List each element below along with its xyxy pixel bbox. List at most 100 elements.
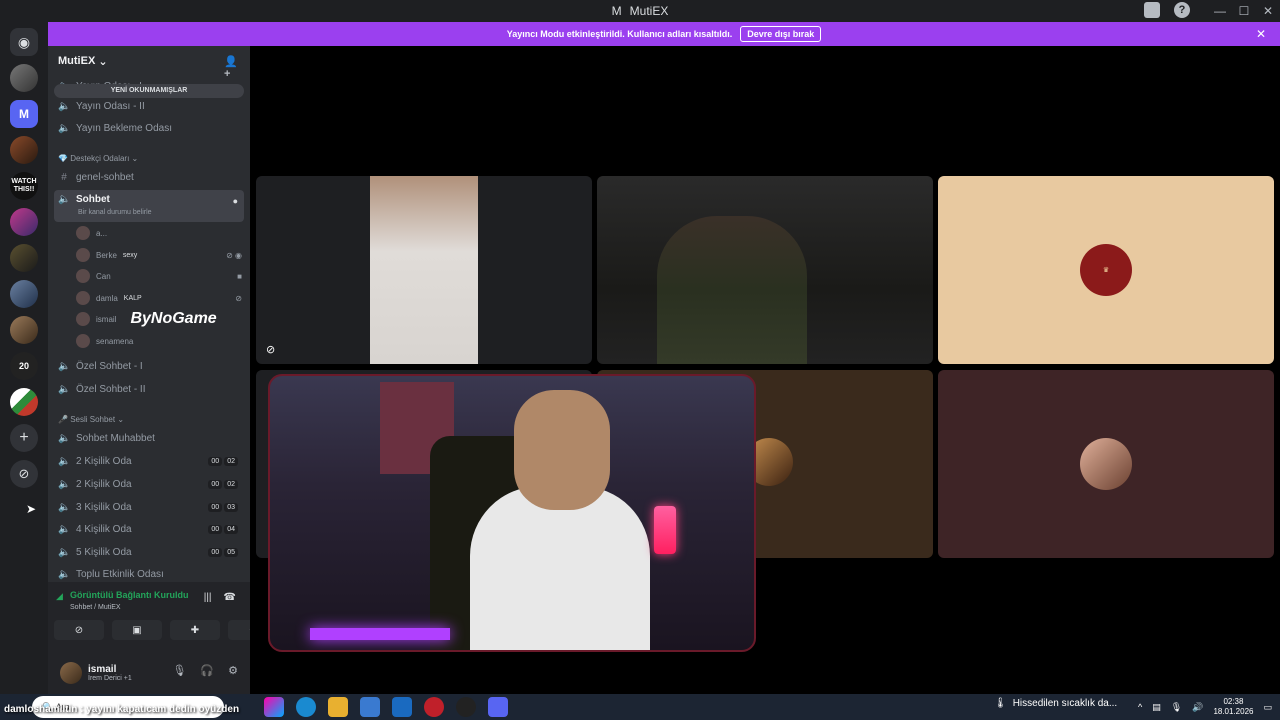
add-member-icon[interactable]: 👤+ xyxy=(224,55,238,80)
edge-icon[interactable] xyxy=(296,697,316,717)
server-list: ◉ M WATCH THIS!! 20 + ⊘ xyxy=(0,22,48,694)
server-icon[interactable] xyxy=(10,316,38,344)
disconnect-icon[interactable]: ☎ xyxy=(224,592,236,603)
sponsor-logo: ByNoGame xyxy=(130,310,217,327)
voice-user[interactable]: senamena xyxy=(76,332,242,350)
mic-tray-icon[interactable]: 🎙 xyxy=(1171,702,1182,713)
voice-channel[interactable]: 🔈 4 Kişilik Oda 00 04 xyxy=(54,519,244,539)
camera-icon: ■ xyxy=(237,271,242,281)
disable-streamer-mode-button[interactable]: Devre dışı bırak xyxy=(740,26,822,42)
notification-icon[interactable]: ▭ xyxy=(1263,702,1272,713)
voice-channel[interactable]: 🔈 2 Kişilik Oda 00 02 xyxy=(54,474,244,494)
server-header[interactable]: MutiEX ⌄ 👤+ xyxy=(48,46,250,80)
headphones-icon[interactable]: 🎧 xyxy=(200,664,214,677)
avatar xyxy=(76,269,90,283)
video-tile[interactable] xyxy=(597,176,933,364)
voice-user[interactable]: damla KALP ⊘ xyxy=(76,289,242,307)
video-tile[interactable] xyxy=(938,370,1274,558)
volume-icon[interactable]: 🔊 xyxy=(1192,702,1203,713)
microphone-icon[interactable]: 🎙 xyxy=(172,664,186,677)
video-tile[interactable]: ♛ xyxy=(938,176,1274,364)
inbox-icon[interactable] xyxy=(1144,2,1160,18)
copilot-icon[interactable] xyxy=(264,697,284,717)
speaker-icon: 🔈 xyxy=(58,432,71,444)
avatar[interactable] xyxy=(60,662,82,684)
channel-yayin-bekleme[interactable]: 🔈 Yayın Bekleme Odası xyxy=(54,118,244,138)
server-icon[interactable] xyxy=(10,64,38,92)
camera-off-button[interactable]: ⊘ xyxy=(54,620,104,640)
obs-icon[interactable] xyxy=(456,697,476,717)
user-activity: İrem Derici +1 xyxy=(88,675,132,682)
voice-location[interactable]: Sohbet / MutiEX xyxy=(70,604,121,611)
channel-ozel-1[interactable]: 🔈 Özel Sohbet - I xyxy=(54,356,244,376)
server-icon-mutiex[interactable]: M xyxy=(10,100,38,128)
close-icon[interactable]: ✕ xyxy=(1256,27,1266,41)
screen-share-button[interactable]: ▣ xyxy=(112,620,162,640)
channel-status[interactable]: Bir kanal durumu belirle xyxy=(78,209,152,216)
voice-channel[interactable]: 🔈 Sohbet Muhabbet xyxy=(54,428,244,448)
category-destekci[interactable]: 💎 Destekçi Odaları ⌄ xyxy=(58,154,138,163)
channel-sohbet-active[interactable]: 🔈 Sohbet Bir kanal durumu belirle ● xyxy=(54,190,244,222)
voice-channel[interactable]: 🔈 Toplu Etkinlik Odası xyxy=(54,564,244,584)
store-icon[interactable] xyxy=(360,697,380,717)
voice-channel[interactable]: 🔈 5 Kişilik Oda 00 05 xyxy=(54,542,244,562)
streamer-webcam-overlay xyxy=(268,374,756,652)
discover-compass-icon[interactable]: ⊘ xyxy=(10,460,38,488)
avatar xyxy=(76,291,90,305)
voice-status[interactable]: Görüntülü Bağlantı Kuruldu xyxy=(56,590,189,600)
speaker-icon: 🔈 xyxy=(58,478,71,490)
activities-button[interactable]: ✚ xyxy=(170,620,220,640)
avatar xyxy=(76,312,90,326)
video-tile[interactable]: ⊘ xyxy=(256,176,592,364)
led-strip xyxy=(310,628,450,640)
clock[interactable]: 02:38 18.01.2026 xyxy=(1213,697,1253,717)
add-server-icon[interactable]: + xyxy=(10,424,38,452)
weather-widget[interactable]: 🌡 Hissedilen sıcaklık da... xyxy=(994,698,1117,709)
app-title: MutiEX xyxy=(629,4,669,18)
server-icon[interactable] xyxy=(10,244,38,272)
voice-user[interactable]: Berke sexy ⊘ ◉ xyxy=(76,246,242,264)
voice-connection-panel: ◢ Görüntülü Bağlantı Kuruldu Sohbet / Mu… xyxy=(48,582,278,652)
speaker-icon: 🔈 xyxy=(58,100,71,112)
username[interactable]: ismail xyxy=(88,664,132,675)
streamer-body xyxy=(470,486,650,650)
voice-channel[interactable]: 🔈 3 Kişilik Oda 00 03 xyxy=(54,497,244,517)
server-icon-20[interactable]: 20 xyxy=(10,352,38,380)
discord-taskbar-icon[interactable] xyxy=(488,697,508,717)
discord-home-icon[interactable]: ◉ xyxy=(10,28,38,56)
speaker-icon: 🔈 xyxy=(58,360,71,372)
noise-suppression-icon[interactable]: ||| xyxy=(204,592,212,603)
avatar xyxy=(1080,438,1132,490)
voice-user[interactable]: Can ■ xyxy=(76,267,242,285)
window-titlebar: M MutiEX ? — ☐ ✕ xyxy=(0,0,1280,22)
hashtag-icon: # xyxy=(61,171,67,183)
voice-channel[interactable]: 🔈 2 Kişilik Oda 00 02 xyxy=(54,451,244,471)
help-icon[interactable]: ? xyxy=(1174,2,1190,18)
maximize-button[interactable]: ☐ xyxy=(1232,4,1256,18)
voice-user[interactable]: ismail ByNoGame xyxy=(76,310,242,328)
muted-icon: ⊘ xyxy=(235,293,242,303)
minimize-button[interactable]: — xyxy=(1208,4,1232,18)
outlook-icon[interactable] xyxy=(392,697,412,717)
server-icon[interactable] xyxy=(10,136,38,164)
opera-icon[interactable] xyxy=(424,697,444,717)
close-window-button[interactable]: ✕ xyxy=(1256,4,1280,18)
server-icon[interactable] xyxy=(10,208,38,236)
server-icon[interactable] xyxy=(10,388,38,416)
file-explorer-icon[interactable] xyxy=(328,697,348,717)
chevron-up-icon[interactable]: ^ xyxy=(1138,702,1142,712)
network-icon[interactable]: ▤ xyxy=(1152,702,1161,713)
channel-genel-sohbet[interactable]: # genel-sohbet xyxy=(54,167,244,187)
video-feed xyxy=(657,216,807,364)
server-icon[interactable] xyxy=(10,280,38,308)
server-icon-watch-this[interactable]: WATCH THIS!! xyxy=(10,172,38,200)
channel-ozel-2[interactable]: 🔈 Özel Sohbet - II xyxy=(54,379,244,399)
channel-yayin-2[interactable]: 🔈 Yayın Odası - II xyxy=(54,96,244,116)
category-sesli-sohbet[interactable]: 🎤 Sesli Sohbet ⌄ xyxy=(58,415,124,424)
voice-user[interactable]: a... xyxy=(76,224,242,242)
avatar xyxy=(76,226,90,240)
camera-off-icon: ⊘ xyxy=(266,344,276,356)
gear-icon[interactable]: ⚙ xyxy=(228,664,238,677)
avatar xyxy=(76,334,90,348)
chat-bubble-icon[interactable]: ● xyxy=(233,196,238,206)
